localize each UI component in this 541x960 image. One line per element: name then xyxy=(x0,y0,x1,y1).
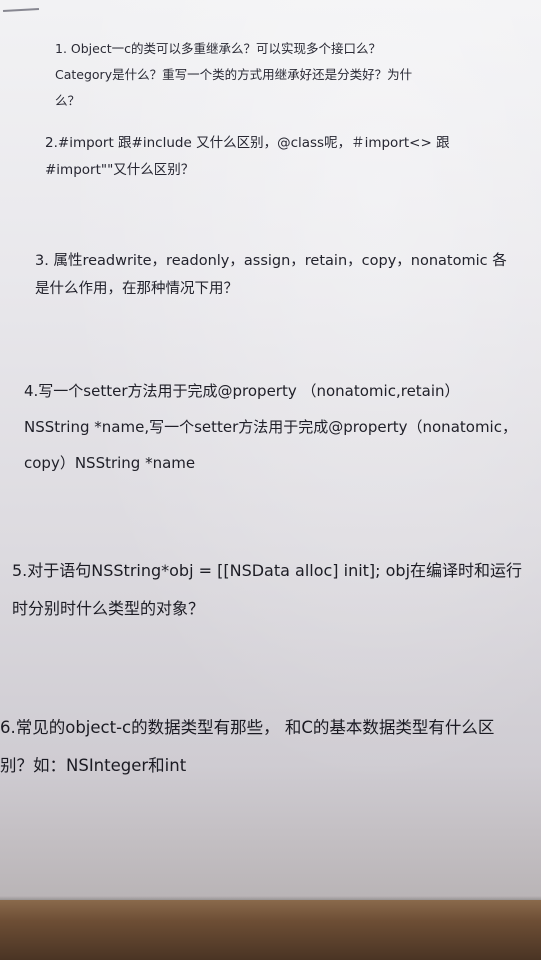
question-2-line-1: 2.#import 跟#include 又什么区别，@class呢，＃impor… xyxy=(45,135,450,151)
wooden-desk xyxy=(0,900,541,960)
question-2-line-2: #import""又什么区别？ xyxy=(45,162,195,178)
question-4-line-1: 4.写一个setter方法用于完成@property （nonatomic,re… xyxy=(24,382,460,400)
question-1-line-3: 么？ xyxy=(55,93,81,108)
question-3-line-1: 3. 属性readwrite，readonly，assign，retain，co… xyxy=(35,253,507,269)
question-4-line-2: NSString *name,写一个setter方法用于完成@property（… xyxy=(24,418,517,436)
question-5-line-2: 时分别时什么类型的对象？ xyxy=(12,599,205,618)
question-3-line-2: 是什么作用，在那种情况下用？ xyxy=(35,281,238,297)
question-1-line-1: 1. Object一c的类可以多重继承么？可以实现多个接口么？ xyxy=(55,41,381,56)
question-4: 4.写一个setter方法用于完成@property （nonatomic,re… xyxy=(24,373,517,481)
question-6-line-1: 6.常见的object-c的数据类型有那些， 和C的基本数据类型有什么区 xyxy=(0,718,495,737)
question-1-line-2: Category是什么？重写一个类的方式用继承好还是分类好？为什 xyxy=(55,67,413,82)
question-3: 3. 属性readwrite，readonly，assign，retain，co… xyxy=(35,247,507,303)
question-5: 5.对于语句NSString*obj = [[NSData alloc] ini… xyxy=(12,552,522,628)
question-4-line-3: copy）NSString *name xyxy=(24,454,196,472)
question-1: 1. Object一c的类可以多重继承么？可以实现多个接口么？ Category… xyxy=(55,36,412,114)
question-6: 6.常见的object-c的数据类型有那些， 和C的基本数据类型有什么区 别？如… xyxy=(0,709,494,785)
question-6-line-2: 别？如：NSInteger和int xyxy=(0,756,187,775)
question-5-line-1: 5.对于语句NSString*obj = [[NSData alloc] ini… xyxy=(12,561,523,580)
question-2: 2.#import 跟#include 又什么区别，@class呢，＃impor… xyxy=(45,130,450,184)
